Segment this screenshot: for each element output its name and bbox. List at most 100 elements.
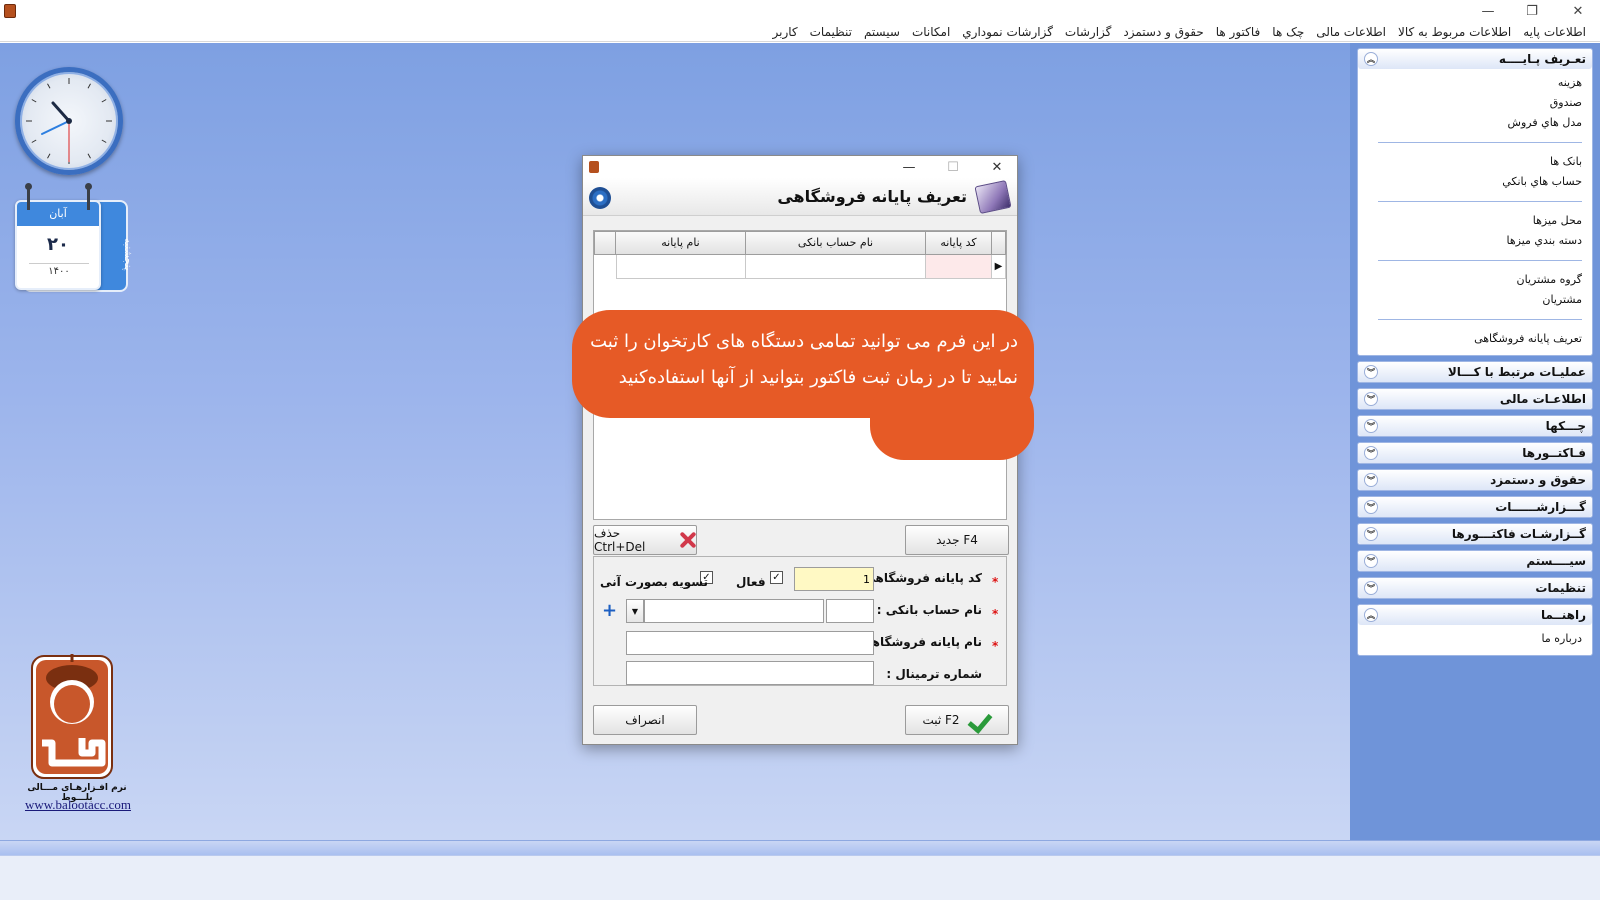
column-terminal-code[interactable]: کد پایانه — [926, 231, 992, 255]
terminal-number-input[interactable] — [626, 661, 874, 685]
menu-financial[interactable]: اطلاعات مالی — [1310, 25, 1392, 39]
restore-button[interactable]: ❐ — [1510, 0, 1554, 22]
section-title: تنظیمات — [1535, 581, 1586, 595]
status-bar — [0, 855, 1600, 900]
section-header[interactable]: عملیـات مرتبط با کـــالا ︾ — [1358, 362, 1592, 382]
expand-icon[interactable]: ︾ — [1364, 419, 1378, 433]
nav-item-pos-terminal[interactable]: تعریف پایانه فروشگاهی — [1368, 329, 1582, 349]
calendar-widget: پنجشنبه آبان ۲۰ ۱۴۰۰ — [15, 183, 133, 292]
delete-icon — [679, 531, 696, 549]
section-header[interactable]: اطلاعـات مالی ︾ — [1358, 389, 1592, 409]
save-button[interactable]: ثبت F2 — [905, 705, 1009, 735]
menu-settings[interactable]: تنظیمات — [804, 25, 858, 39]
status-strip — [0, 840, 1600, 855]
calendar-ring-icon — [85, 183, 92, 210]
section-title: عملیـات مرتبط با کـــالا — [1447, 365, 1586, 379]
section-invoice-reports: گــزارشـات فاکتـــورها ︾ — [1357, 523, 1593, 545]
nav-item-table-locations[interactable]: محل میزها — [1368, 211, 1582, 231]
dialog-close-button[interactable]: ✕ — [975, 156, 1019, 178]
website-link[interactable]: www.balootacc.com — [14, 797, 142, 813]
menu-goods-info[interactable]: اطلاعات مربوط به کالا — [1392, 25, 1517, 39]
terminal-form: * کد پایانه فروشگاهی : ✓ فعال ✓ تسویه بص… — [593, 556, 1007, 686]
table-row[interactable]: ▶ — [616, 255, 1006, 279]
bank-account-label: نام حساب بانکی : — [876, 603, 982, 617]
section-title: تعـریف پـایــــه — [1498, 52, 1586, 66]
section-title: حقوق و دستمزد — [1490, 473, 1586, 487]
grid-indicator-header — [992, 231, 1006, 255]
section-header[interactable]: تعـریف پـایــــه ︽ — [1358, 49, 1592, 69]
nav-item-banks[interactable]: بانک ها — [1368, 152, 1582, 172]
menu-reports[interactable]: گزارشات — [1059, 25, 1117, 39]
minimize-button[interactable]: — — [1466, 0, 1510, 22]
nav-item-about-us[interactable]: درباره ما — [1368, 629, 1582, 649]
section-help: راهنــما ︽ درباره ما — [1357, 604, 1593, 656]
nav-item-customers[interactable]: مشتریان — [1368, 290, 1582, 310]
menu-chart-reports[interactable]: گزارشات نموداري — [956, 25, 1059, 39]
new-button[interactable]: جدید F4 — [905, 525, 1009, 555]
section-invoices: فـاکتــورها ︾ — [1357, 442, 1593, 464]
section-header[interactable]: فـاکتــورها ︾ — [1358, 443, 1592, 463]
menu-tools[interactable]: امکانات — [906, 25, 956, 39]
menu-user[interactable]: کاربر — [766, 25, 803, 39]
terminal-name-input[interactable] — [626, 631, 874, 655]
expand-icon[interactable]: ︾ — [1364, 392, 1378, 406]
gear-icon[interactable] — [589, 187, 611, 209]
required-mark: * — [992, 639, 999, 653]
menu-system[interactable]: سیستم — [858, 25, 906, 39]
section-header[interactable]: حقوق و دستمزد ︾ — [1358, 470, 1592, 490]
help-callout: در این فرم می توانید تمامی دستگاه های کا… — [572, 310, 1034, 460]
expand-icon[interactable]: ︾ — [1364, 500, 1378, 514]
nav-item-bank-accounts[interactable]: حساب هاي بانکي — [1368, 172, 1582, 192]
add-icon[interactable]: + — [602, 602, 617, 620]
dialog-minimize-button[interactable]: — — [887, 156, 931, 178]
cancel-button[interactable]: انصراف — [593, 705, 697, 735]
required-mark: * — [992, 575, 999, 589]
section-header[interactable]: گــزارشـات فاکتـــورها ︾ — [1358, 524, 1592, 544]
grid-header: نام پایانه نام حساب بانکی کد پایانه — [594, 231, 1006, 255]
section-title: گـــزارشــــــات — [1495, 500, 1586, 514]
dialog-title: تعریف پایانه فروشگاهی — [777, 187, 967, 206]
menu-base-info[interactable]: اطلاعات پایه — [1517, 25, 1592, 39]
bank-account-code-input[interactable] — [826, 599, 874, 623]
dialog-maximize-button[interactable]: ☐ — [931, 156, 975, 178]
nav-item-sales-models[interactable]: مدل هاي فروش — [1368, 113, 1582, 133]
new-button-label: جدید F4 — [936, 533, 978, 547]
collapse-icon[interactable]: ︽ — [1364, 52, 1378, 66]
close-button[interactable]: ✕ — [1556, 0, 1600, 22]
collapse-icon[interactable]: ︽ — [1364, 608, 1378, 622]
section-reports: گـــزارشــــــات ︾ — [1357, 496, 1593, 518]
cell-terminal-code[interactable] — [926, 255, 992, 279]
chevron-down-icon[interactable]: ▼ — [626, 599, 644, 623]
nav-item-table-categories[interactable]: دسته بندي میزها — [1368, 231, 1582, 251]
expand-icon[interactable]: ︾ — [1364, 554, 1378, 568]
nav-item-expense[interactable]: هزینه — [1368, 73, 1582, 93]
menu-payroll[interactable]: حقوق و دستمزد — [1117, 25, 1209, 39]
calendar-year: ۱۴۰۰ — [29, 263, 89, 277]
column-terminal-name[interactable]: نام پایانه — [616, 231, 746, 255]
section-header[interactable]: سیــــستم ︾ — [1358, 551, 1592, 571]
bank-account-name-input[interactable] — [644, 599, 824, 623]
expand-icon[interactable]: ︾ — [1364, 473, 1378, 487]
nav-item-cashbox[interactable]: صندوق — [1368, 93, 1582, 113]
cell-bank-account-name[interactable] — [746, 255, 926, 279]
cell-terminal-name[interactable] — [616, 255, 746, 279]
section-title: راهنــما — [1541, 608, 1586, 622]
column-bank-account-name[interactable]: نام حساب بانکی — [746, 231, 926, 255]
section-header[interactable]: تنظیمات ︾ — [1358, 578, 1592, 598]
nav-item-customer-groups[interactable]: گروه مشتریان — [1368, 270, 1582, 290]
instant-settlement-label: تسویه بصورت آنی — [600, 575, 708, 589]
menu-cheques[interactable]: چک ها — [1266, 25, 1310, 39]
expand-icon[interactable]: ︾ — [1364, 527, 1378, 541]
separator — [1378, 142, 1582, 143]
expand-icon[interactable]: ︾ — [1364, 581, 1378, 595]
delete-button[interactable]: حذف Ctrl+Del — [593, 525, 697, 555]
section-header[interactable]: گـــزارشــــــات ︾ — [1358, 497, 1592, 517]
section-header[interactable]: راهنــما ︽ — [1358, 605, 1592, 625]
expand-icon[interactable]: ︾ — [1364, 365, 1378, 379]
section-header[interactable]: چـــکها ︾ — [1358, 416, 1592, 436]
calendar-page: آبان ۲۰ ۱۴۰۰ — [15, 200, 101, 290]
active-checkbox[interactable]: ✓ — [770, 571, 783, 584]
menu-invoices[interactable]: فاکتور ها — [1210, 25, 1267, 39]
terminal-code-input[interactable] — [794, 567, 874, 591]
expand-icon[interactable]: ︾ — [1364, 446, 1378, 460]
